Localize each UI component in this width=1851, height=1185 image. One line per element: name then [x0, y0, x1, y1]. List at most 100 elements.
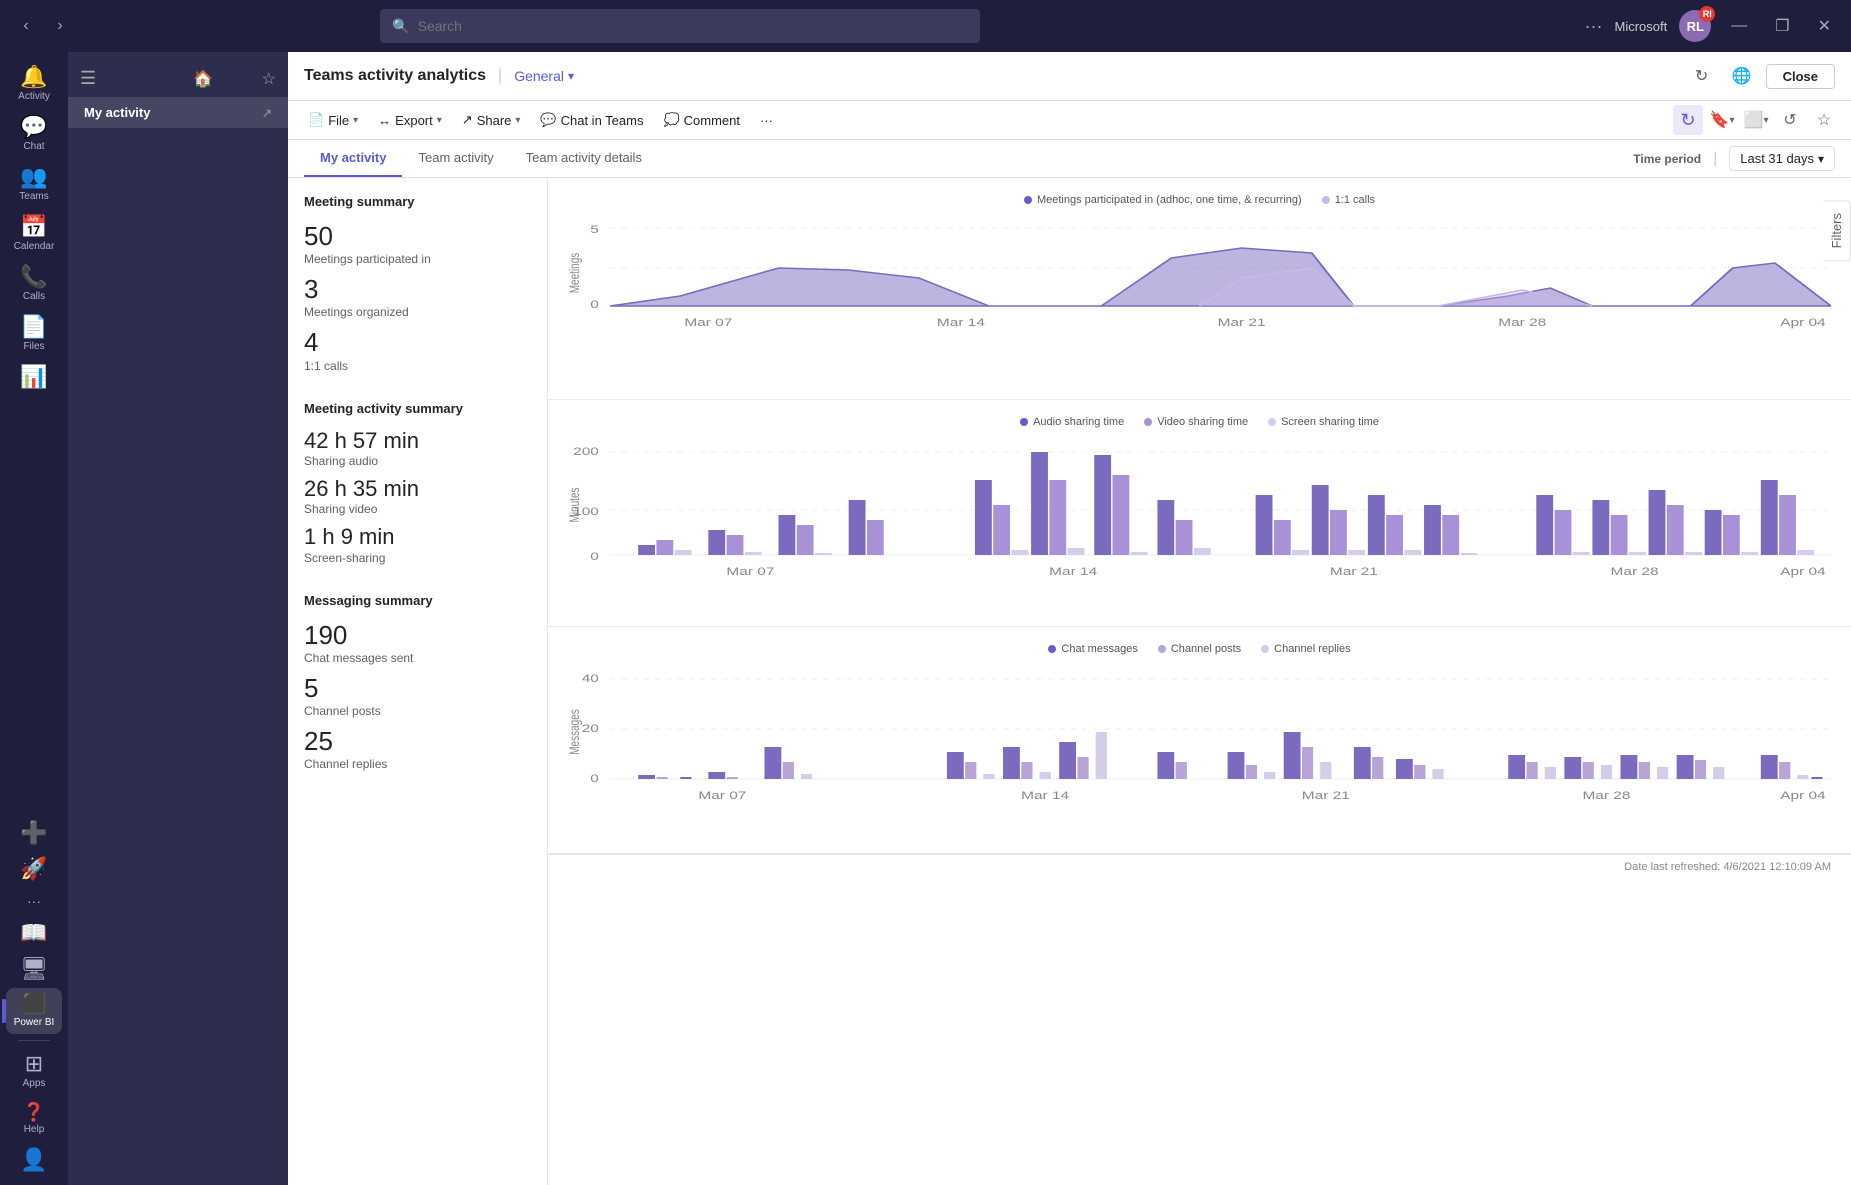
more-ribbon-icon: ··· — [760, 113, 773, 128]
avatar[interactable]: RL RI — [1679, 10, 1711, 42]
sidebar-item-add[interactable]: ➕ — [6, 816, 62, 850]
sidebar-item-calls[interactable]: 📞 Calls — [6, 260, 62, 308]
comment-label: Comment — [684, 113, 740, 128]
time-period-label: Time period — [1633, 152, 1701, 166]
globe-button[interactable]: 🌐 — [1726, 60, 1758, 92]
sidebar-item-help[interactable]: ❓ Help — [6, 1097, 62, 1141]
sidebar-item-device[interactable]: 🖥 — [6, 952, 62, 986]
sidebar-item-apps[interactable]: ⊞ Apps — [6, 1047, 62, 1095]
sidebar-item-powerbi[interactable]: ⬛ Power BI — [6, 988, 62, 1034]
comment-button[interactable]: 💭 Comment — [655, 108, 748, 132]
meetings-participated-block: 50 Meetings participated in — [304, 221, 531, 266]
activity-chart-container: Audio sharing time Video sharing time Sc… — [548, 400, 1851, 627]
channel-replies-legend-label: Channel replies — [1274, 643, 1350, 655]
svg-text:Mar 14: Mar 14 — [1049, 565, 1098, 577]
sidebar-nav-my-activity[interactable]: My activity ↗ — [68, 97, 288, 128]
export-button[interactable]: ↔ Export ▾ — [370, 109, 450, 132]
share-button[interactable]: ↗ Share ▾ — [454, 108, 529, 132]
legend-channel-replies: Channel replies — [1261, 643, 1350, 655]
forward-button[interactable]: › — [46, 12, 74, 40]
sidebar-item-chat[interactable]: 💬 Chat — [6, 110, 62, 158]
meeting-chart-container: Meetings participated in (adhoc, one tim… — [548, 178, 1851, 400]
file-button[interactable]: 📄 File ▾ — [300, 108, 366, 132]
more-options-button[interactable]: ··· — [1585, 16, 1603, 37]
hamburger-button[interactable]: ☰ — [80, 68, 96, 89]
main-sidebar: 🔔 Activity 💬 Chat 👥 Teams 📅 Calendar 📞 C… — [0, 52, 68, 1185]
restore-button[interactable]: ❐ — [1767, 12, 1797, 40]
user-icon: 👤 — [20, 1149, 47, 1171]
sidebar-item-boards[interactable]: 📊 — [6, 360, 62, 397]
sidebar-item-teams[interactable]: 👥 Teams — [6, 160, 62, 208]
refresh-button[interactable]: ↻ — [1686, 60, 1718, 92]
file-chevron: ▾ — [353, 115, 358, 126]
legend-meetings-participated: Meetings participated in (adhoc, one tim… — [1024, 194, 1302, 206]
undo-button[interactable]: ↻ — [1673, 105, 1703, 135]
chat-in-teams-button[interactable]: 💬 Chat in Teams — [532, 108, 651, 132]
close-button[interactable]: Close — [1766, 64, 1835, 89]
replies-label: Channel replies — [304, 757, 531, 771]
sidebar-item-files[interactable]: 📄 Files — [6, 310, 62, 358]
main-content: Teams activity analytics | General ▾ ↻ 🌐… — [288, 52, 1851, 1185]
sidebar-item-calendar[interactable]: 📅 Calendar — [6, 210, 62, 258]
replies-count: 25 — [304, 726, 531, 757]
chat-count: 190 — [304, 620, 531, 651]
sidebar-item-more1[interactable]: 🚀 — [6, 852, 62, 886]
tabs-bar: My activity Team activity Team activity … — [288, 140, 1851, 178]
share-label: Share — [477, 113, 512, 128]
charts-area: Meetings participated in (adhoc, one tim… — [548, 178, 1851, 1185]
sidebar-label-files: Files — [23, 341, 44, 352]
messaging-chart-svg: 40 20 0 — [568, 667, 1831, 837]
second-sidebar-star-icon[interactable]: ☆ — [262, 69, 276, 89]
powerbi-icon: ⬛ — [22, 994, 47, 1014]
files-icon: 📄 — [20, 316, 47, 338]
audio-legend-label: Audio sharing time — [1033, 416, 1124, 428]
svg-text:20: 20 — [582, 722, 599, 734]
general-dropdown[interactable]: General ▾ — [514, 68, 574, 84]
time-period-value: Last 31 days — [1740, 151, 1814, 166]
boards-icon: 📊 — [20, 366, 47, 388]
sidebar-item-book[interactable]: 📖 — [6, 916, 62, 950]
ribbon-toolbar: 📄 File ▾ ↔ Export ▾ ↗ Share ▾ 💬 Chat in … — [288, 101, 1851, 140]
tab-team-activity-details[interactable]: Team activity details — [510, 140, 658, 177]
close-window-button[interactable]: ✕ — [1810, 12, 1839, 40]
chat-teams-icon: 💬 — [540, 112, 556, 128]
sidebar-divider — [18, 1040, 50, 1041]
external-link-icon[interactable]: ↗ — [262, 106, 272, 120]
svg-text:Mar 07: Mar 07 — [698, 789, 746, 801]
svg-text:Mar 21: Mar 21 — [1302, 789, 1350, 801]
view-button[interactable]: ⬜▾ — [1741, 105, 1771, 135]
file-label: File — [328, 113, 349, 128]
time-period-dropdown[interactable]: Last 31 days ▾ — [1729, 146, 1835, 171]
refresh2-button[interactable]: ↺ — [1775, 105, 1805, 135]
audio-time-value: 42 h 57 min — [304, 428, 531, 454]
back-button[interactable]: ‹ — [12, 12, 40, 40]
sidebar-item-activity[interactable]: 🔔 Activity — [6, 60, 62, 108]
tab-team-activity[interactable]: Team activity — [402, 140, 509, 177]
activity-icon: 🔔 — [20, 66, 47, 88]
star-button[interactable]: ☆ — [1809, 105, 1839, 135]
sidebar-label-apps: Apps — [23, 1078, 46, 1089]
add-icon: ➕ — [20, 822, 47, 844]
search-box[interactable]: 🔍 — [380, 9, 980, 43]
second-sidebar-home-icon[interactable]: 🏠 — [193, 69, 213, 89]
svg-text:5: 5 — [590, 223, 599, 235]
meeting-chart-legend: Meetings participated in (adhoc, one tim… — [568, 194, 1831, 206]
sidebar-label-calls: Calls — [23, 291, 45, 302]
sidebar-item-ellipsis[interactable]: ··· — [6, 888, 62, 914]
chat-messages-dot — [1048, 645, 1056, 653]
sidebar-label-help: Help — [24, 1124, 45, 1135]
meetings-organized-block: 3 Meetings organized — [304, 274, 531, 319]
chat-messages-legend-label: Chat messages — [1061, 643, 1137, 655]
minimize-button[interactable]: — — [1723, 13, 1755, 39]
activity-chart-legend: Audio sharing time Video sharing time Sc… — [568, 416, 1831, 428]
export-chevron: ▾ — [437, 115, 442, 126]
filters-tab[interactable]: Filters — [1823, 200, 1851, 261]
sidebar-item-user-profile[interactable]: 👤 — [6, 1143, 62, 1177]
tab-my-activity[interactable]: My activity — [304, 140, 402, 177]
svg-text:Messages: Messages — [568, 709, 583, 755]
share-icon: ↗ — [462, 112, 473, 128]
search-input[interactable] — [418, 18, 969, 34]
chevron-down-icon: ▾ — [568, 69, 574, 83]
bookmark-button[interactable]: 🔖▾ — [1707, 105, 1737, 135]
more-ribbon-button[interactable]: ··· — [752, 109, 781, 132]
